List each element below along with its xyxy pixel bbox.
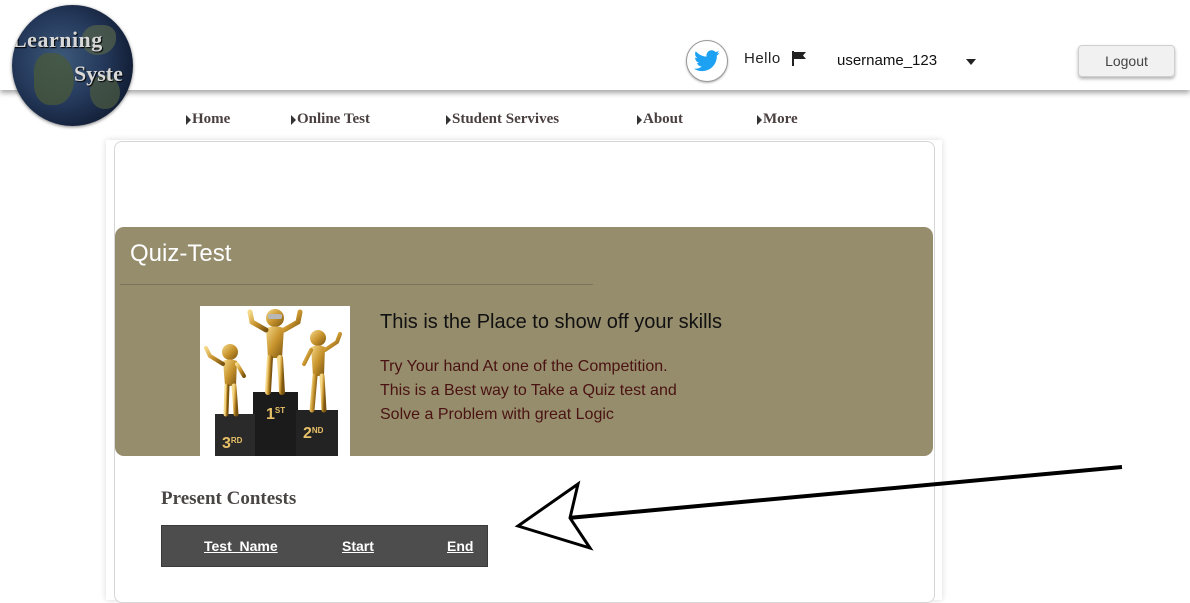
nav-item-label: About	[643, 111, 684, 127]
logo-text-line2: Syste	[74, 61, 123, 86]
twitter-bird-icon	[694, 50, 720, 72]
nav-item-about[interactable]: About	[637, 111, 683, 128]
nav-item-home[interactable]: Home	[186, 111, 230, 128]
banner-headline: This is the Place to show off your skill…	[380, 311, 722, 333]
podium-image: 1ST 3RD 2ND	[200, 306, 350, 456]
description-line: This is a Best way to Take a Quiz test a…	[380, 382, 677, 399]
nav-arrow-icon	[186, 114, 191, 125]
site-logo[interactable]: Learning Syste	[12, 5, 133, 126]
nav-item-label: Online Test	[297, 111, 370, 127]
nav-item-more[interactable]: More	[757, 111, 798, 128]
nav-item-student-services[interactable]: Student Servives	[446, 111, 559, 128]
contests-table-header: Test_Name Start End	[161, 525, 488, 567]
nav-arrow-icon	[291, 114, 296, 125]
description-line: Try Your hand At one of the Competition.	[380, 358, 668, 375]
nav-arrow-icon	[757, 114, 762, 125]
nav-arrow-icon	[637, 114, 642, 125]
banner-description: Try Your hand At one of the Competition.…	[380, 355, 677, 427]
top-header-bar	[0, 0, 1190, 90]
logo-text-line1: Learning	[12, 27, 103, 52]
logout-button[interactable]: Logout	[1078, 45, 1175, 77]
nav-item-label: Home	[192, 111, 231, 127]
column-header-start[interactable]: Start	[342, 538, 374, 554]
nav-arrow-icon	[446, 114, 451, 125]
column-header-end[interactable]: End	[447, 538, 473, 554]
present-contests-heading: Present Contests	[161, 488, 297, 509]
trophy-podium-icon: 1ST 3RD 2ND	[204, 309, 342, 456]
username-label[interactable]: username_123	[837, 52, 937, 69]
column-header-test-name[interactable]: Test_Name	[204, 538, 278, 554]
banner-divider	[120, 284, 593, 285]
nav-item-label: More	[763, 111, 798, 127]
banner-title: Quiz-Test	[130, 240, 232, 267]
nav-item-online-test[interactable]: Online Test	[291, 111, 370, 128]
nav-item-label: Student Servives	[452, 111, 560, 127]
annotation-arrow-icon	[514, 465, 1123, 551]
flag-icon	[792, 51, 806, 66]
chevron-down-icon[interactable]	[966, 59, 976, 65]
description-line: Solve a Problem with great Logic	[380, 406, 614, 423]
twitter-button[interactable]	[686, 40, 728, 82]
logo-globe-land	[34, 53, 74, 105]
greeting-text: Hello	[744, 50, 781, 67]
